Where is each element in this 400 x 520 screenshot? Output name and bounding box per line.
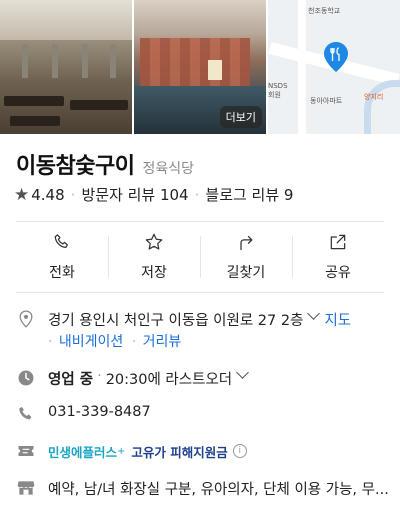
fuel-relief-label: 고유가 피해지원금 xyxy=(131,444,228,460)
map-pin-icon xyxy=(324,42,348,72)
more-photos-badge[interactable]: 더보기 xyxy=(219,106,262,128)
action-bar: 전화 저장 길찾기 공유 xyxy=(16,222,384,292)
directions-icon xyxy=(240,235,253,251)
rating-value: 4.48 xyxy=(31,185,65,204)
phone-icon xyxy=(19,406,32,420)
open-status: 영업 중 xyxy=(48,372,94,388)
photo-strip[interactable]: 더보기 천조동학교 NSDS 회원 동아아파트 양지리 xyxy=(0,0,400,134)
directions-label: 길찾기 xyxy=(226,265,266,281)
share-button[interactable]: 공유 xyxy=(292,222,384,292)
chevron-down-icon[interactable] xyxy=(307,307,321,320)
amenities-row[interactable]: 예약, 남/녀 화장실 구분, 유아의자, 단체 이용 가능, 무... xyxy=(16,478,389,499)
hours-row[interactable]: 영업 중 · 20:30에 라스트오더 xyxy=(16,366,253,389)
map-thumbnail[interactable]: 천조동학교 NSDS 회원 동아아파트 양지리 xyxy=(268,0,400,134)
share-icon xyxy=(330,234,346,250)
divider xyxy=(16,292,384,293)
call-label: 전화 xyxy=(49,265,75,281)
blog-reviews-link[interactable]: 블로그 리뷰 9 xyxy=(205,184,293,205)
star-icon xyxy=(145,233,163,250)
minsaeng-plus-label: 민생에플러스 xyxy=(48,444,118,460)
clock-icon xyxy=(18,370,34,386)
coupon-icon xyxy=(18,446,34,456)
address-text: 경기 용인시 처인구 이동읍 이원로 27 2층 xyxy=(48,313,304,329)
address-sub-links: · 내비게이션 · 거리뷰 xyxy=(48,334,182,350)
phone-row[interactable]: 031-339-8487 xyxy=(16,404,151,424)
directions-button[interactable]: 길찾기 xyxy=(200,222,292,292)
minsaeng-plus-mark: + xyxy=(117,445,126,457)
place-name: 이동참숯구이 xyxy=(16,154,135,179)
rating-row: ★ 4.48 · 방문자 리뷰 104 · 블로그 리뷰 9 xyxy=(14,184,294,205)
street-view-link[interactable]: 거리뷰 xyxy=(143,334,182,350)
place-category: 정육식당 xyxy=(142,161,194,177)
info-icon[interactable]: i xyxy=(232,444,247,458)
photo-ceiling xyxy=(0,0,132,40)
restaurant-photo-2[interactable]: 더보기 xyxy=(134,0,266,134)
call-button[interactable]: 전화 xyxy=(16,222,108,292)
amenities-text: 예약, 남/녀 화장실 구분, 유아의자, 단체 이용 가능, 무... xyxy=(48,482,389,498)
address-row: 경기 용인시 처인구 이동읍 이원로 27 2층 지도 xyxy=(16,307,351,330)
share-label: 공유 xyxy=(325,265,351,281)
location-pin-icon xyxy=(19,310,33,328)
visitor-reviews-link[interactable]: 방문자 리뷰 104 xyxy=(81,184,188,205)
star-icon: ★ xyxy=(14,184,30,205)
save-button[interactable]: 저장 xyxy=(108,222,200,292)
save-label: 저장 xyxy=(141,265,167,281)
benefit-row[interactable]: 민생에플러스 + 고유가 피해지원금 i xyxy=(16,441,247,461)
store-icon xyxy=(17,481,35,495)
chevron-down-icon[interactable] xyxy=(236,366,249,379)
navigation-link[interactable]: 내비게이션 xyxy=(59,334,123,350)
restaurant-photo-1[interactable] xyxy=(0,0,132,134)
last-order-text: 20:30에 라스트오더 xyxy=(105,372,233,388)
place-header: 이동참숯구이 정육식당 xyxy=(16,148,194,180)
map-link[interactable]: 지도 xyxy=(324,309,351,330)
phone-number[interactable]: 031-339-8487 xyxy=(48,404,151,420)
phone-icon xyxy=(54,234,68,249)
